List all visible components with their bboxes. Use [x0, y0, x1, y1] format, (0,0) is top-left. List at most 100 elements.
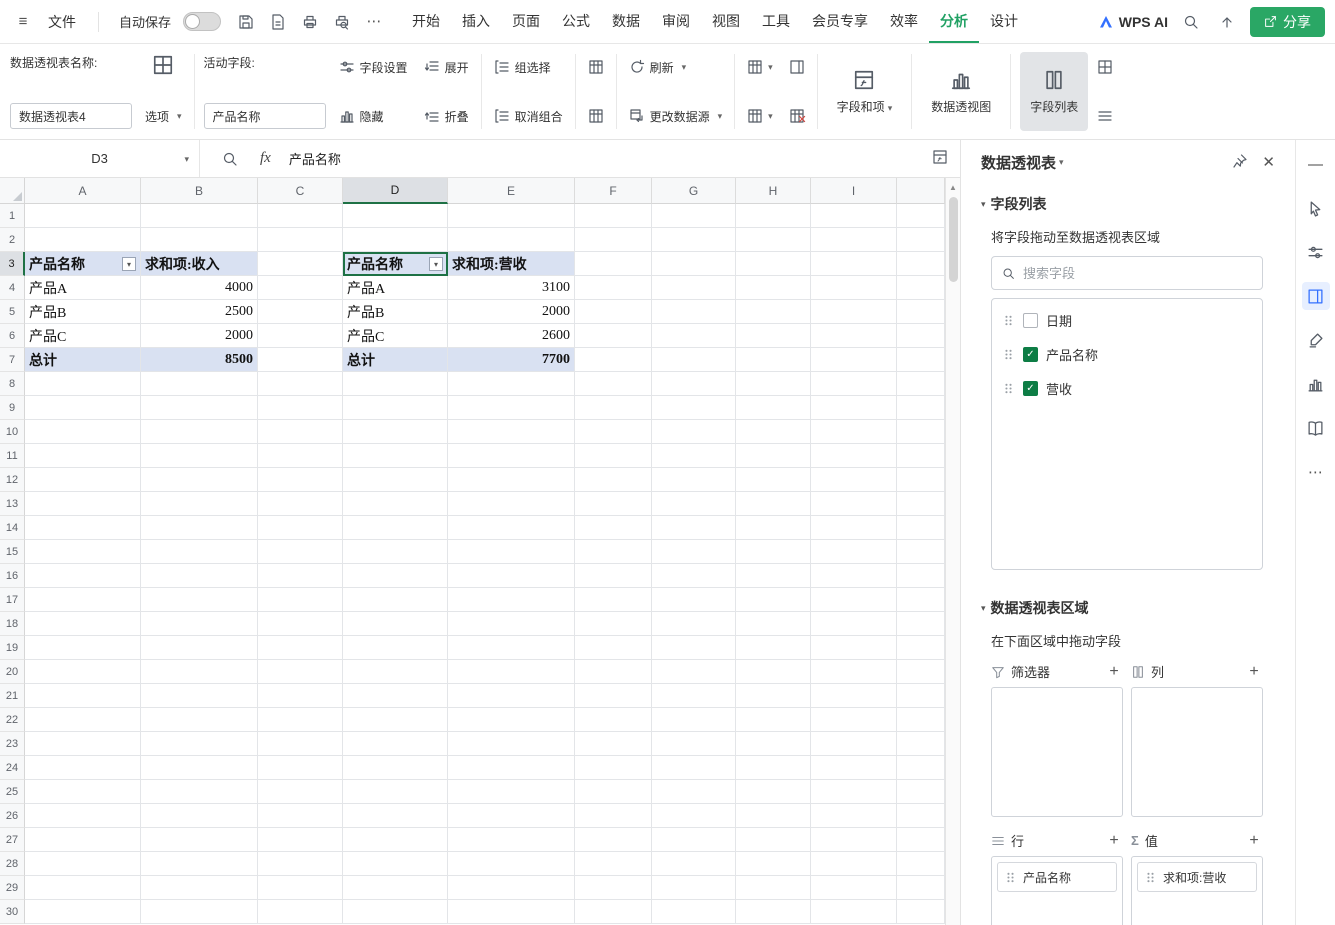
- cell-H11[interactable]: [736, 444, 811, 468]
- row-header-13[interactable]: 13: [0, 492, 25, 516]
- cell-I30[interactable]: [811, 900, 897, 924]
- cell-F14[interactable]: [575, 516, 652, 540]
- menu-视图[interactable]: 视图: [701, 0, 751, 43]
- cell-C18[interactable]: [258, 612, 343, 636]
- cell-E19[interactable]: [448, 636, 575, 660]
- cell-C29[interactable]: [258, 876, 343, 900]
- cell-partial-6[interactable]: [897, 324, 945, 348]
- app-menu-button[interactable]: ≡: [10, 9, 36, 35]
- cell-D21[interactable]: [343, 684, 448, 708]
- cell-B13[interactable]: [141, 492, 258, 516]
- cell-G10[interactable]: [652, 420, 736, 444]
- cell-B21[interactable]: [141, 684, 258, 708]
- cell-partial-25[interactable]: [897, 780, 945, 804]
- cell-D28[interactable]: [343, 852, 448, 876]
- zoom-formula-button[interactable]: [222, 151, 238, 167]
- menu-数据[interactable]: 数据: [601, 0, 651, 43]
- pin-pane-button[interactable]: [1232, 153, 1248, 172]
- cell-partial-8[interactable]: [897, 372, 945, 396]
- row-header-26[interactable]: 26: [0, 804, 25, 828]
- cell-B2[interactable]: [141, 228, 258, 252]
- select-tool-button[interactable]: [1302, 194, 1330, 222]
- cell-B25[interactable]: [141, 780, 258, 804]
- cell-partial-15[interactable]: [897, 540, 945, 564]
- cell-C8[interactable]: [258, 372, 343, 396]
- cell-partial-3[interactable]: [897, 252, 945, 276]
- row-header-17[interactable]: 17: [0, 588, 25, 612]
- cell-E15[interactable]: [448, 540, 575, 564]
- cell-E1[interactable]: [448, 204, 575, 228]
- cell-partial-11[interactable]: [897, 444, 945, 468]
- cell-D24[interactable]: [343, 756, 448, 780]
- cell-I11[interactable]: [811, 444, 897, 468]
- column-header-D[interactable]: D: [343, 178, 448, 204]
- cell-F21[interactable]: [575, 684, 652, 708]
- cell-partial-13[interactable]: [897, 492, 945, 516]
- cell-A22[interactable]: [25, 708, 141, 732]
- cell-D19[interactable]: [343, 636, 448, 660]
- row-header-21[interactable]: 21: [0, 684, 25, 708]
- format-tool-button[interactable]: [1302, 326, 1330, 354]
- cell-H10[interactable]: [736, 420, 811, 444]
- cell-B17[interactable]: [141, 588, 258, 612]
- row-header-6[interactable]: 6: [0, 324, 25, 348]
- cell-H22[interactable]: [736, 708, 811, 732]
- search-button[interactable]: [1178, 9, 1204, 35]
- cell-H7[interactable]: [736, 348, 811, 372]
- cell-H28[interactable]: [736, 852, 811, 876]
- cell-F8[interactable]: [575, 372, 652, 396]
- cell-partial-17[interactable]: [897, 588, 945, 612]
- upload-button[interactable]: [1214, 9, 1240, 35]
- cell-partial-27[interactable]: [897, 828, 945, 852]
- cell-I28[interactable]: [811, 852, 897, 876]
- print-preview-button[interactable]: [329, 9, 355, 35]
- cell-partial-29[interactable]: [897, 876, 945, 900]
- cell-G19[interactable]: [652, 636, 736, 660]
- add-filter-button[interactable]: +: [1105, 663, 1123, 681]
- cell-A3[interactable]: 产品名称▾: [25, 252, 141, 276]
- cell-D11[interactable]: [343, 444, 448, 468]
- field-item-营收[interactable]: ✓营收: [992, 371, 1262, 405]
- columns-area[interactable]: [1131, 687, 1263, 817]
- row-header-3[interactable]: 3: [0, 252, 25, 276]
- field-checkbox[interactable]: ✓: [1023, 347, 1038, 362]
- cell-B10[interactable]: [141, 420, 258, 444]
- cell-G9[interactable]: [652, 396, 736, 420]
- cell-B5[interactable]: 2500: [141, 300, 258, 324]
- properties-pane-button[interactable]: [1302, 238, 1330, 266]
- cell-A24[interactable]: [25, 756, 141, 780]
- cell-C10[interactable]: [258, 420, 343, 444]
- cell-A27[interactable]: [25, 828, 141, 852]
- cell-A13[interactable]: [25, 492, 141, 516]
- cell-partial-26[interactable]: [897, 804, 945, 828]
- cell-D29[interactable]: [343, 876, 448, 900]
- cell-G30[interactable]: [652, 900, 736, 924]
- cell-I17[interactable]: [811, 588, 897, 612]
- column-header-I[interactable]: I: [811, 178, 897, 204]
- cell-H19[interactable]: [736, 636, 811, 660]
- row-header-27[interactable]: 27: [0, 828, 25, 852]
- cell-B15[interactable]: [141, 540, 258, 564]
- cell-partial-5[interactable]: [897, 300, 945, 324]
- row-header-8[interactable]: 8: [0, 372, 25, 396]
- cell-H23[interactable]: [736, 732, 811, 756]
- cell-F25[interactable]: [575, 780, 652, 804]
- cell-G26[interactable]: [652, 804, 736, 828]
- cell-A20[interactable]: [25, 660, 141, 684]
- cell-E27[interactable]: [448, 828, 575, 852]
- cell-D14[interactable]: [343, 516, 448, 540]
- cell-C7[interactable]: [258, 348, 343, 372]
- cell-A19[interactable]: [25, 636, 141, 660]
- cell-E21[interactable]: [448, 684, 575, 708]
- cell-C24[interactable]: [258, 756, 343, 780]
- cell-H4[interactable]: [736, 276, 811, 300]
- cell-D4[interactable]: 产品A: [343, 276, 448, 300]
- cell-G27[interactable]: [652, 828, 736, 852]
- column-header-G[interactable]: G: [652, 178, 736, 204]
- row-header-23[interactable]: 23: [0, 732, 25, 756]
- column-header-C[interactable]: C: [258, 178, 343, 204]
- cell-D16[interactable]: [343, 564, 448, 588]
- cell-B20[interactable]: [141, 660, 258, 684]
- cell-A6[interactable]: 产品C: [25, 324, 141, 348]
- cell-E14[interactable]: [448, 516, 575, 540]
